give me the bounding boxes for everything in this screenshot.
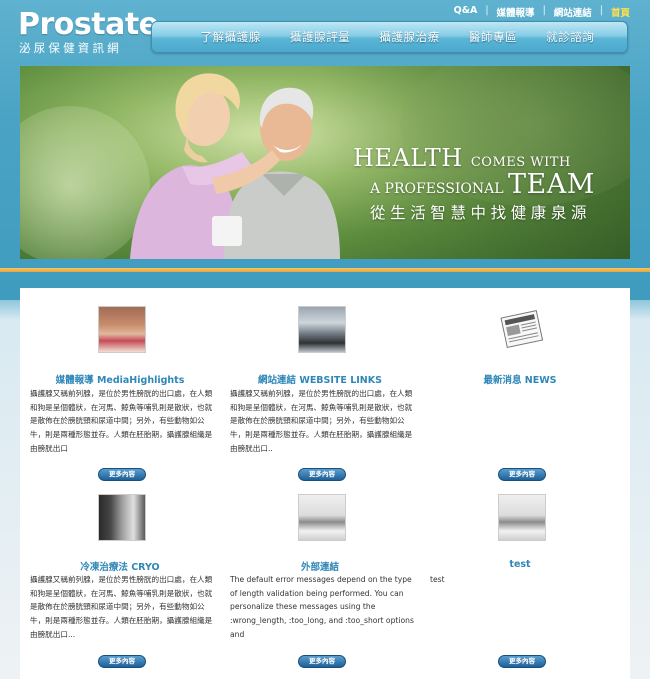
card-title[interactable]: test [420, 559, 620, 570]
site-logo[interactable]: Prostate 泌尿保健資訊網 [18, 7, 159, 56]
hotel-room-thumbnail[interactable] [98, 306, 146, 353]
living-room-thumbnail[interactable] [298, 306, 346, 353]
main-nav: 了解攝護腺 攝護腺評量 攝護腺治療 醫師專區 就診諮詢 [151, 21, 628, 53]
logo-brand: Prostate [18, 7, 159, 42]
nav-item-about[interactable]: 了解攝護腺 [200, 29, 261, 45]
top-link-home[interactable]: 首頁 [611, 5, 630, 19]
card-title[interactable]: 媒體報導 MediaHighlights [20, 372, 220, 386]
card-text: 攝護腺又稱前列腺，是位於男性膀胱的出口處，在人類和狗是呈個體狀，在河馬、鯨魚等哺… [30, 389, 213, 453]
more-button[interactable]: 更多內容 [298, 468, 346, 481]
card-text: The default error messages depend on the… [230, 575, 414, 639]
logo-subtitle: 泌尿保健資訊網 [19, 41, 122, 55]
interior-thumbnail[interactable] [498, 494, 546, 541]
hero-word-comes-with: COMES WITH [470, 155, 571, 170]
more-button[interactable]: 更多內容 [498, 655, 546, 668]
more-button[interactable]: 更多內容 [98, 468, 146, 481]
hero-tagline-chinese: 從生活智慧中找健康泉源 [370, 204, 592, 222]
hero-banner: HEALTH COMES WITH A PROFESSIONAL TEAM 從生… [20, 66, 630, 259]
more-button[interactable]: 更多內容 [298, 655, 346, 668]
elderly-couple-photo [130, 73, 340, 259]
separator: | [542, 5, 546, 16]
hero-tagline-line2: A PROFESSIONAL TEAM [370, 169, 595, 200]
hero-word-health: HEALTH [353, 144, 463, 172]
hero-word-team: TEAM [508, 169, 595, 200]
card-text: test [430, 575, 445, 584]
hero-tagline-line1: HEALTH COMES WITH [353, 144, 571, 172]
divider [0, 268, 650, 272]
nav-item-treatment[interactable]: 攝護腺治療 [379, 29, 440, 45]
hero-word-professional: A PROFESSIONAL [370, 181, 504, 197]
card-title[interactable]: 最新消息 NEWS [420, 372, 620, 386]
card-title[interactable]: 外部連結 [220, 559, 420, 573]
top-link-qa[interactable]: Q&A [454, 5, 478, 19]
separator: | [599, 5, 603, 16]
top-links: Q&A | 媒體報導 | 網站連結 | 首頁 [454, 5, 630, 19]
nav-item-consult[interactable]: 就診諮詢 [546, 29, 594, 45]
nav-item-assessment[interactable]: 攝護腺評量 [290, 29, 351, 45]
card-text: 攝護腺又稱前列腺，是位於男性膀胱的出口處，在人類和狗是呈個體狀，在河馬、鯨魚等哺… [230, 389, 413, 453]
card-title[interactable]: 冷凍治療法 CRYO [20, 559, 220, 573]
newspaper-icon[interactable] [498, 306, 546, 353]
more-button[interactable]: 更多內容 [498, 468, 546, 481]
kitchen-thumbnail[interactable] [98, 494, 146, 541]
top-link-links[interactable]: 網站連結 [554, 5, 592, 19]
card-title[interactable]: 網站連結 WEBSITE LINKS [220, 372, 420, 386]
card-text: 攝護腺又稱前列腺，是位於男性膀胱的出口處，在人類和狗是呈個體狀，在河馬、鯨魚等哺… [30, 575, 213, 639]
separator: | [485, 5, 489, 16]
nav-item-doctors[interactable]: 醫師專區 [469, 29, 517, 45]
top-link-media[interactable]: 媒體報導 [497, 5, 535, 19]
more-button[interactable]: 更多內容 [98, 655, 146, 668]
interior-thumbnail[interactable] [298, 494, 346, 541]
content-panel: 媒體報導 MediaHighlights 攝護腺又稱前列腺，是位於男性膀胱的出口… [20, 288, 630, 679]
